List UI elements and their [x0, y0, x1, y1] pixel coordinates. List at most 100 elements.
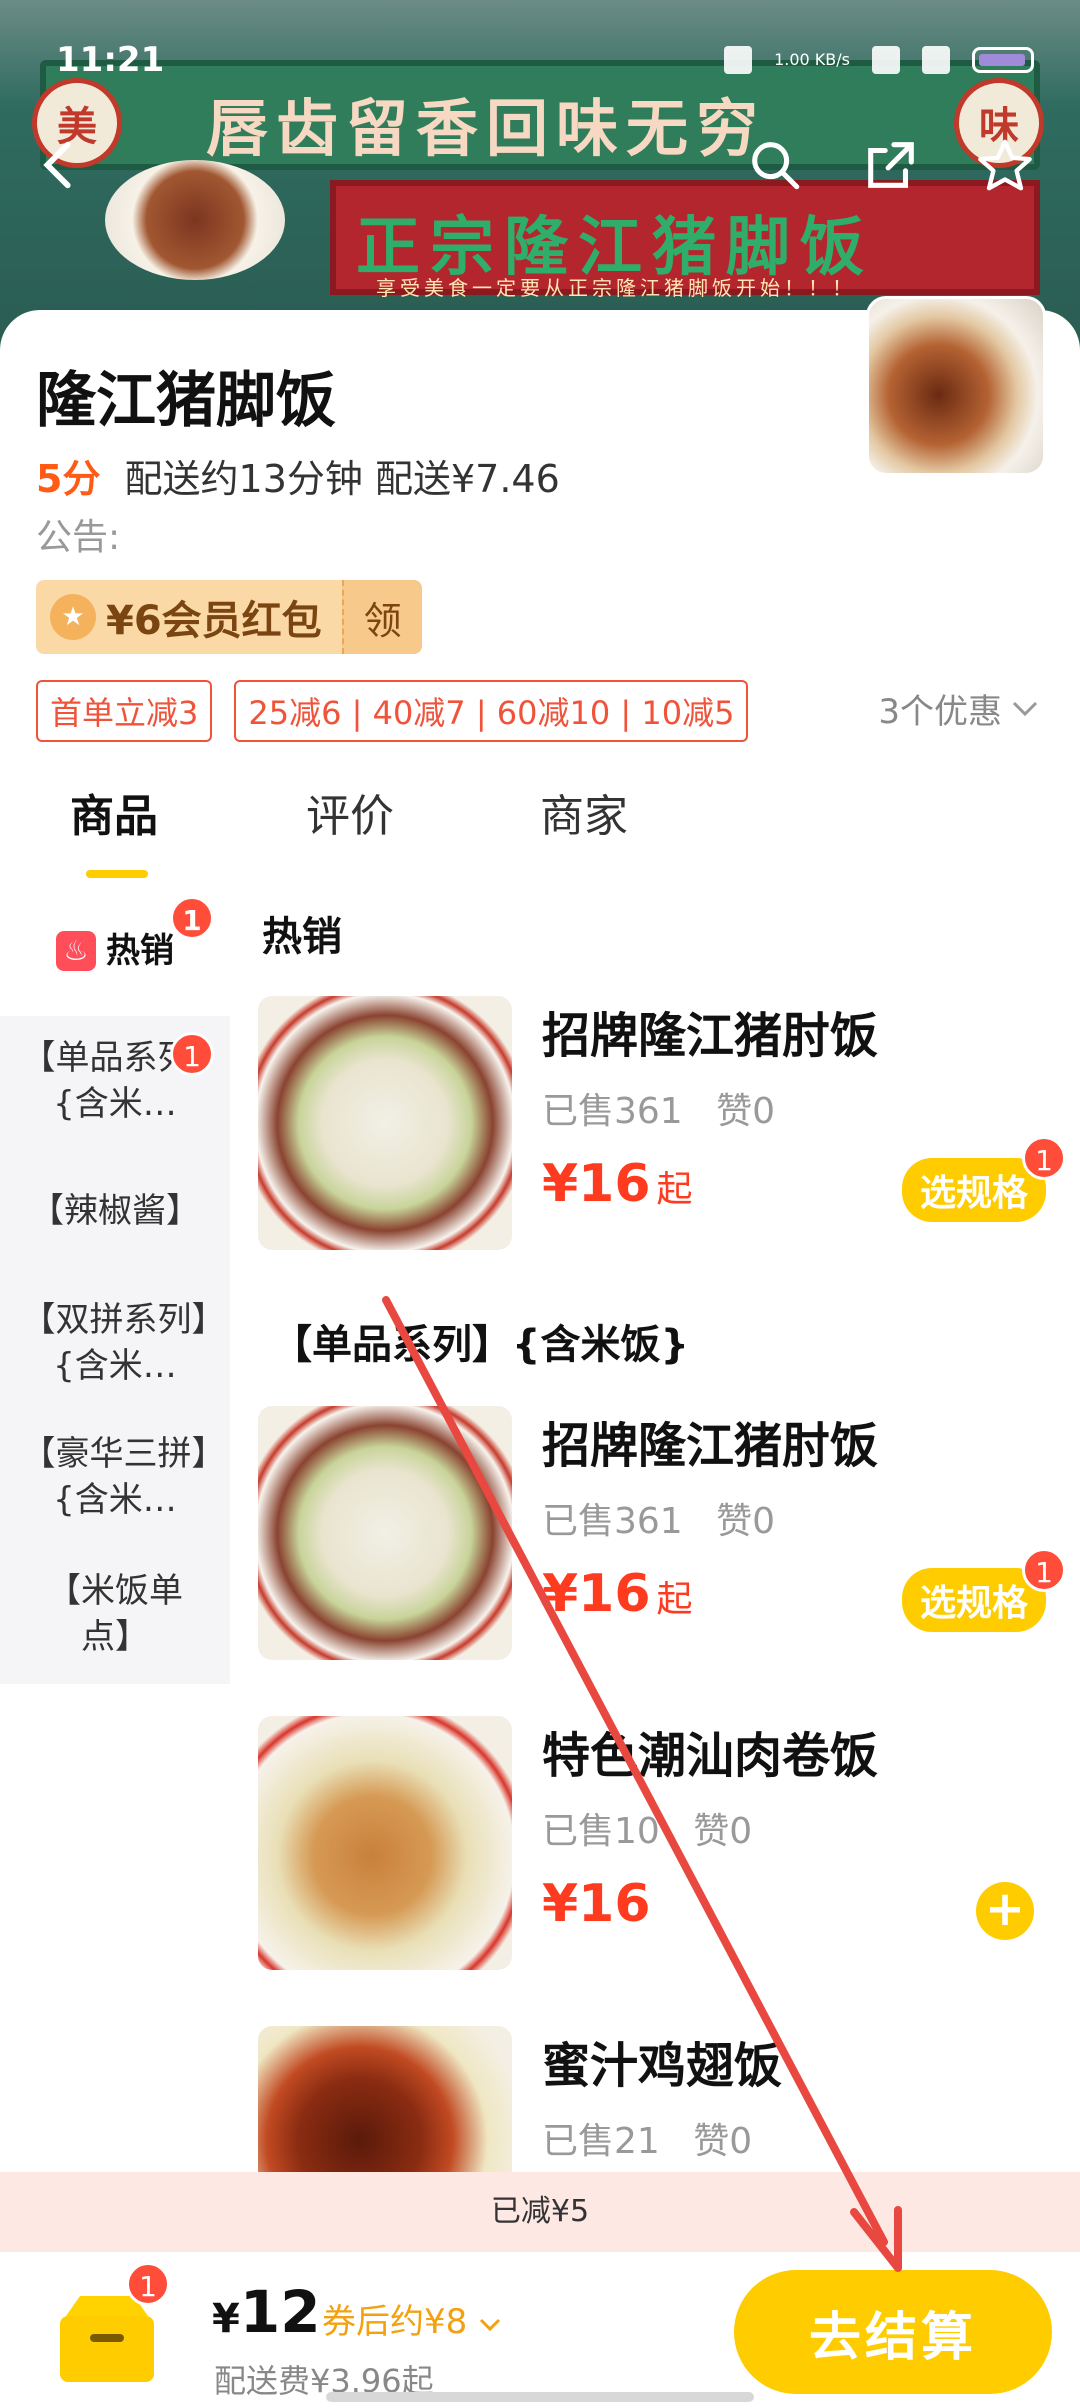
category-single[interactable]: 【单品系列】{含米… 1 [0, 1016, 230, 1146]
category-label: 【米饭单点】 [47, 1571, 183, 1657]
product-image[interactable] [258, 2026, 512, 2172]
share-button[interactable] [856, 130, 926, 200]
product-likes: 赞0 [693, 1811, 753, 1852]
category-double[interactable]: 【双拼系列】{含米… [0, 1276, 230, 1410]
product-sales: 已售361 赞0 [542, 1492, 775, 1544]
tab-bar: 商品 评价 商家 [0, 780, 1080, 890]
star-icon [978, 139, 1032, 191]
product-card[interactable]: 特色潮汕肉卷饭 已售10 赞0 ¥16 + [258, 1716, 1068, 1976]
shop-name: 隆江猪脚饭 [36, 366, 336, 436]
wifi-icon [922, 46, 950, 74]
member-coupon-label-area: ★ ¥6会员红包 [36, 580, 342, 654]
banner-board-bottom: 正宗隆江猪脚饭 享受美食一定要从正宗隆江猪脚饭开始！！！ [330, 180, 1040, 300]
favorite-button[interactable] [970, 130, 1040, 200]
product-price-suffix: 起 [656, 1169, 693, 1210]
product-likes: 赞0 [693, 2121, 753, 2162]
after-coupon-price[interactable]: 券后约¥8 [322, 2294, 502, 2343]
product-price-value: ¥16 [542, 1154, 651, 1214]
search-icon [752, 142, 800, 190]
product-sales: 已售361 赞0 [542, 1082, 775, 1134]
category-label: 热销 [106, 931, 174, 971]
spec-count-badge: 1 [1022, 1548, 1066, 1592]
promo-more-label: 3个优惠 [878, 692, 1002, 732]
cart-total-value: 12 [239, 2278, 321, 2346]
product-image[interactable] [258, 1406, 512, 1660]
tab-reviews[interactable]: 评价 [306, 780, 394, 844]
notification-icon [872, 46, 900, 74]
product-card[interactable]: 蜜汁鸡翅饭 已售21 赞0 [258, 2026, 1068, 2172]
category-rice[interactable]: 【米饭单点】 [0, 1544, 230, 1684]
product-name: 招牌隆江猪肘饭 [542, 1418, 879, 1474]
promo-tag-full-reduction: 25减6 | 40减7 | 60减10 | 10减5 [234, 680, 749, 742]
share-icon [868, 142, 914, 188]
product-name: 蜜汁鸡翅饭 [542, 2038, 783, 2094]
mute-icon [724, 46, 753, 74]
product-sold: 已售21 [542, 2121, 660, 2162]
promo-tag-first-order: 首单立减3 [36, 680, 213, 742]
banner-dish-image [105, 160, 285, 280]
shop-score: 5分 [36, 457, 101, 501]
product-sold: 已售361 [542, 1501, 683, 1542]
member-coupon[interactable]: ★ ¥6会员红包 领 [36, 580, 422, 654]
product-sales: 已售10 赞0 [542, 1802, 752, 1854]
product-image[interactable] [258, 996, 512, 1250]
category-hot[interactable]: ♨ 热销 1 [0, 886, 230, 1016]
network-speed: 1.00 KB/s [774, 50, 850, 69]
tab-products[interactable]: 商品 [70, 780, 158, 844]
product-card[interactable]: 招牌隆江猪肘饭 已售361 赞0 ¥16 起 选规格 1 [258, 996, 1068, 1256]
status-icons: 1.00 KB/s [724, 46, 1034, 74]
shop-notice[interactable]: 公告: [36, 508, 120, 560]
product-price-value: ¥16 [542, 1874, 651, 1934]
chevron-down-icon [480, 2318, 501, 2332]
section-title-hot: 热销 [262, 914, 342, 960]
claim-coupon-button[interactable]: 领 [341, 580, 422, 654]
banner-slogan: 唇齿留香回味无穷 [206, 92, 767, 165]
status-bar: 11:21 1.00 KB/s [0, 0, 1080, 90]
product-likes: 赞0 [716, 1501, 776, 1542]
category-list: ♨ 热销 1 【单品系列】{含米… 1 【辣椒酱】 【双拼系列】{含米… 【豪华… [0, 886, 230, 1684]
product-image[interactable] [258, 1716, 512, 1970]
battery-icon [972, 47, 1034, 73]
back-button[interactable] [24, 130, 94, 200]
product-price: ¥16 起 [542, 1564, 693, 1624]
member-coupon-label: ¥6会员红包 [106, 598, 322, 644]
shop-meta: 5分 配送约13分钟 配送¥7.46 [36, 448, 560, 503]
fire-icon: ♨ [56, 931, 96, 971]
promo-row: 首单立减3 25减6 | 40减7 | 60减10 | 10减5 [36, 680, 749, 742]
promo-more-button[interactable]: 3个优惠 [878, 684, 1040, 733]
cart-bar: 1 ¥12 券后约¥8 配送费¥3.96起 去结算 [0, 2252, 1080, 2408]
chevron-down-icon [1012, 701, 1038, 716]
product-price-value: ¥16 [542, 1564, 651, 1624]
product-price-suffix: 起 [656, 1579, 693, 1620]
product-likes: 赞0 [716, 1091, 776, 1132]
spec-count-badge: 1 [1022, 1136, 1066, 1180]
shop-logo [866, 296, 1046, 476]
chevron-left-icon [43, 141, 71, 189]
category-label: 【辣椒酱】 [30, 1191, 200, 1231]
discount-strip: 已减¥5 [0, 2172, 1080, 2252]
shop-delivery-info: 配送约13分钟 配送¥7.46 [124, 457, 560, 501]
search-button[interactable] [740, 130, 810, 200]
category-chili-sauce[interactable]: 【辣椒酱】 [0, 1146, 230, 1276]
product-sold: 已售361 [542, 1091, 683, 1132]
after-coupon-label: 券后约¥8 [322, 2302, 468, 2342]
product-price: ¥16 起 [542, 1154, 693, 1214]
checkout-button[interactable]: 去结算 [734, 2270, 1052, 2394]
product-name: 特色潮汕肉卷饭 [542, 1728, 879, 1784]
member-crown-icon: ★ [50, 594, 96, 640]
product-card[interactable]: 招牌隆江猪肘饭 已售361 赞0 ¥16 起 选规格 1 [258, 1406, 1068, 1666]
product-price: ¥16 [542, 1874, 651, 1934]
category-deluxe[interactable]: 【豪华三拼】{含米… [0, 1410, 230, 1544]
add-to-cart-button[interactable]: + [976, 1882, 1034, 1940]
product-name: 招牌隆江猪肘饭 [542, 1008, 879, 1064]
product-sold: 已售10 [542, 1811, 660, 1852]
category-badge: 1 [170, 896, 214, 940]
product-sales: 已售21 赞0 [542, 2112, 752, 2164]
tab-merchant[interactable]: 商家 [540, 780, 628, 844]
banner-sub-sign: 享受美食一定要从正宗隆江猪脚饭开始！！！ [376, 276, 856, 300]
category-badge: 1 [170, 1032, 214, 1076]
tab-active-indicator [86, 870, 148, 878]
home-indicator [326, 2392, 754, 2402]
category-label: 【豪华三拼】{含米… [21, 1434, 209, 1520]
category-label: 【双拼系列】{含米… [21, 1300, 209, 1386]
